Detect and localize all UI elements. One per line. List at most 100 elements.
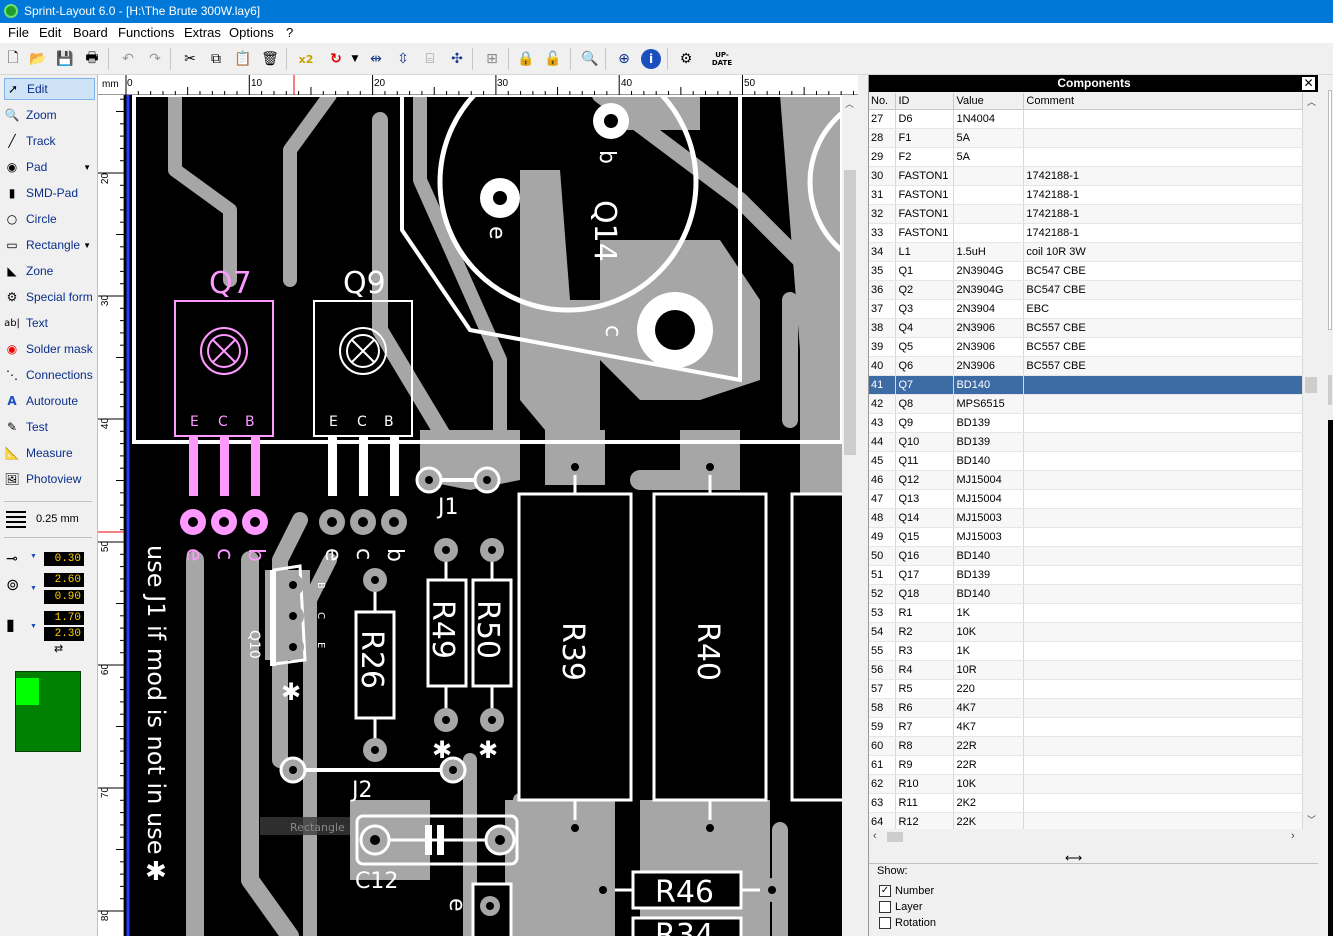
menu-file[interactable]: File: [8, 25, 29, 40]
table-row[interactable]: 57 R5 220: [869, 679, 1303, 699]
show-layer-checkbox[interactable]: Layer: [879, 901, 923, 913]
column-id[interactable]: ID: [895, 93, 955, 110]
print-icon[interactable]: 🖶: [82, 49, 102, 69]
update-icon[interactable]: UP-DATE: [709, 49, 735, 69]
menu-board[interactable]: Board: [73, 25, 108, 40]
table-row[interactable]: 39 Q5 2N3906 BC557 CBE: [869, 337, 1303, 357]
tool-solder-mask[interactable]: ◉ Solder mask: [4, 338, 95, 360]
menu-functions[interactable]: Functions: [118, 25, 174, 40]
multiply-icon[interactable]: x2: [296, 49, 316, 69]
swap-icon[interactable]: ⇄: [54, 642, 63, 655]
table-row[interactable]: 43 Q9 BD139: [869, 413, 1303, 433]
zoom-fit-icon[interactable]: ⊕: [614, 49, 634, 69]
component-r49[interactable]: R49 ✱: [425, 538, 468, 764]
component-r40[interactable]: R40: [652, 459, 768, 836]
new-file-icon[interactable]: 🗋: [3, 49, 23, 69]
table-row[interactable]: 61 R9 22R: [869, 755, 1303, 775]
column-comment[interactable]: Comment: [1023, 93, 1303, 110]
menu-help[interactable]: ?: [286, 25, 293, 40]
copy-icon[interactable]: ⧉: [206, 49, 226, 69]
mirror-horizontal-icon[interactable]: ⇹: [366, 49, 386, 69]
tool-zoom[interactable]: 🔍 Zoom: [4, 104, 95, 126]
tool-smd-pad[interactable]: ▮ SMD-Pad: [4, 182, 95, 204]
undo-icon[interactable]: ↶: [118, 49, 138, 69]
table-row[interactable]: 51 Q17 BD139: [869, 565, 1303, 585]
tool-special-form[interactable]: ⚙ Special form: [4, 286, 95, 308]
tool-track[interactable]: ╱ Track: [4, 130, 95, 152]
show-rotation-checkbox[interactable]: Rotation: [879, 917, 936, 929]
canvas-vertical-scrollbar[interactable]: ︿: [842, 95, 858, 936]
table-row[interactable]: 27 D6 1N4004: [869, 109, 1303, 129]
components-horizontal-scrollbar[interactable]: ‹ ›: [869, 829, 1303, 845]
components-scroll-thumb[interactable]: [1305, 377, 1317, 393]
table-row[interactable]: 55 R3 1K: [869, 641, 1303, 661]
grid-label[interactable]: 0.25 mm: [36, 513, 79, 525]
show-number-checkbox[interactable]: ✓ Number: [879, 885, 934, 897]
menu-extras[interactable]: Extras: [184, 25, 221, 40]
delete-icon[interactable]: 🗑: [260, 49, 280, 69]
table-row[interactable]: 60 R8 22R: [869, 736, 1303, 756]
tool-text[interactable]: ab| Text: [4, 312, 95, 334]
table-row[interactable]: 28 F1 5A: [869, 128, 1303, 148]
smd-width-value[interactable]: 1.70: [44, 611, 84, 625]
component-q9[interactable]: Q9 E C B e c b: [313, 266, 413, 562]
table-row[interactable]: 29 F2 5A: [869, 147, 1303, 167]
pad-size-dropdown-icon[interactable]: ▼: [30, 585, 37, 592]
group-icon[interactable]: ✣: [447, 49, 467, 69]
table-row[interactable]: 54 R2 10K: [869, 622, 1303, 642]
layer-preview[interactable]: [15, 671, 81, 752]
tool-rectangle[interactable]: ▭ Rectangle ▼: [4, 234, 95, 256]
table-row[interactable]: 58 R6 4K7: [869, 698, 1303, 718]
column-no[interactable]: No.: [869, 93, 897, 110]
cut-icon[interactable]: ✂: [180, 49, 200, 69]
close-icon[interactable]: ✕: [1301, 76, 1316, 91]
rotate-icon[interactable]: ↻: [326, 49, 346, 69]
table-row[interactable]: 31 FASTON1 1742188-1: [869, 185, 1303, 205]
tool-zone[interactable]: ◣ Zone: [4, 260, 95, 282]
tool-photoview[interactable]: 🖼 Photoview: [4, 468, 95, 490]
tool-autoroute[interactable]: A Autoroute: [4, 390, 95, 412]
table-row[interactable]: 50 Q16 BD140: [869, 546, 1303, 566]
smd-size-dropdown-icon[interactable]: ▼: [30, 623, 37, 630]
table-row[interactable]: 33 FASTON1 1742188-1: [869, 223, 1303, 243]
component-r26[interactable]: R26: [354, 568, 396, 762]
grid-icon[interactable]: [6, 508, 26, 528]
tool-pad[interactable]: ◉ Pad ▼: [4, 156, 95, 178]
canvas-scroll-thumb[interactable]: [844, 170, 856, 455]
table-row[interactable]: 38 Q4 2N3906 BC557 CBE: [869, 318, 1303, 338]
table-row[interactable]: 64 R12 22K: [869, 812, 1303, 829]
table-row[interactable]: 59 R7 4K7: [869, 717, 1303, 737]
table-row[interactable]: 40 Q6 2N3906 BC557 CBE: [869, 356, 1303, 376]
table-row[interactable]: 37 Q3 2N3904 EBC: [869, 299, 1303, 319]
scroll-left-icon[interactable]: ‹: [873, 830, 877, 842]
table-row[interactable]: 46 Q12 MJ15004: [869, 470, 1303, 490]
tool-edit[interactable]: ➚ Edit: [4, 78, 95, 100]
table-row[interactable]: 45 Q11 BD140: [869, 451, 1303, 471]
pad-inner-value[interactable]: 0.90: [44, 590, 84, 604]
table-row[interactable]: 32 FASTON1 1742188-1: [869, 204, 1303, 224]
column-value[interactable]: Value: [953, 93, 1025, 110]
tool-test[interactable]: ✎ Test: [4, 416, 95, 438]
scroll-right-icon[interactable]: ›: [1291, 830, 1295, 842]
save-icon[interactable]: 💾: [55, 49, 75, 69]
gear-icon[interactable]: ⚙: [676, 49, 696, 69]
menu-options[interactable]: Options: [229, 25, 274, 40]
pad-dropdown-icon[interactable]: ▼: [83, 163, 91, 172]
mirror-vertical-icon[interactable]: ⇳: [393, 49, 413, 69]
table-row[interactable]: 52 Q18 BD140: [869, 584, 1303, 604]
lock-icon[interactable]: 🔒: [516, 49, 536, 69]
menu-edit[interactable]: Edit: [39, 25, 61, 40]
redo-icon[interactable]: ↷: [145, 49, 165, 69]
table-row[interactable]: 63 R11 2K2: [869, 793, 1303, 813]
scroll-up-icon[interactable]: ︿: [1307, 95, 1316, 108]
component-q7[interactable]: Q7 E C B e c b: [174, 266, 274, 562]
find-icon[interactable]: 🔍: [580, 49, 600, 69]
ungroup-icon[interactable]: ⊞: [482, 49, 502, 69]
table-row[interactable]: 41 Q7 BD140: [869, 375, 1303, 395]
rectangle-dropdown-icon[interactable]: ▼: [83, 241, 91, 250]
track-width-dropdown-icon[interactable]: ▼: [30, 553, 37, 560]
table-row[interactable]: 56 R4 10R: [869, 660, 1303, 680]
component-r50[interactable]: R50 ✱: [470, 538, 513, 764]
table-row[interactable]: 47 Q13 MJ15004: [869, 489, 1303, 509]
track-width-value[interactable]: 0.30: [44, 552, 84, 566]
